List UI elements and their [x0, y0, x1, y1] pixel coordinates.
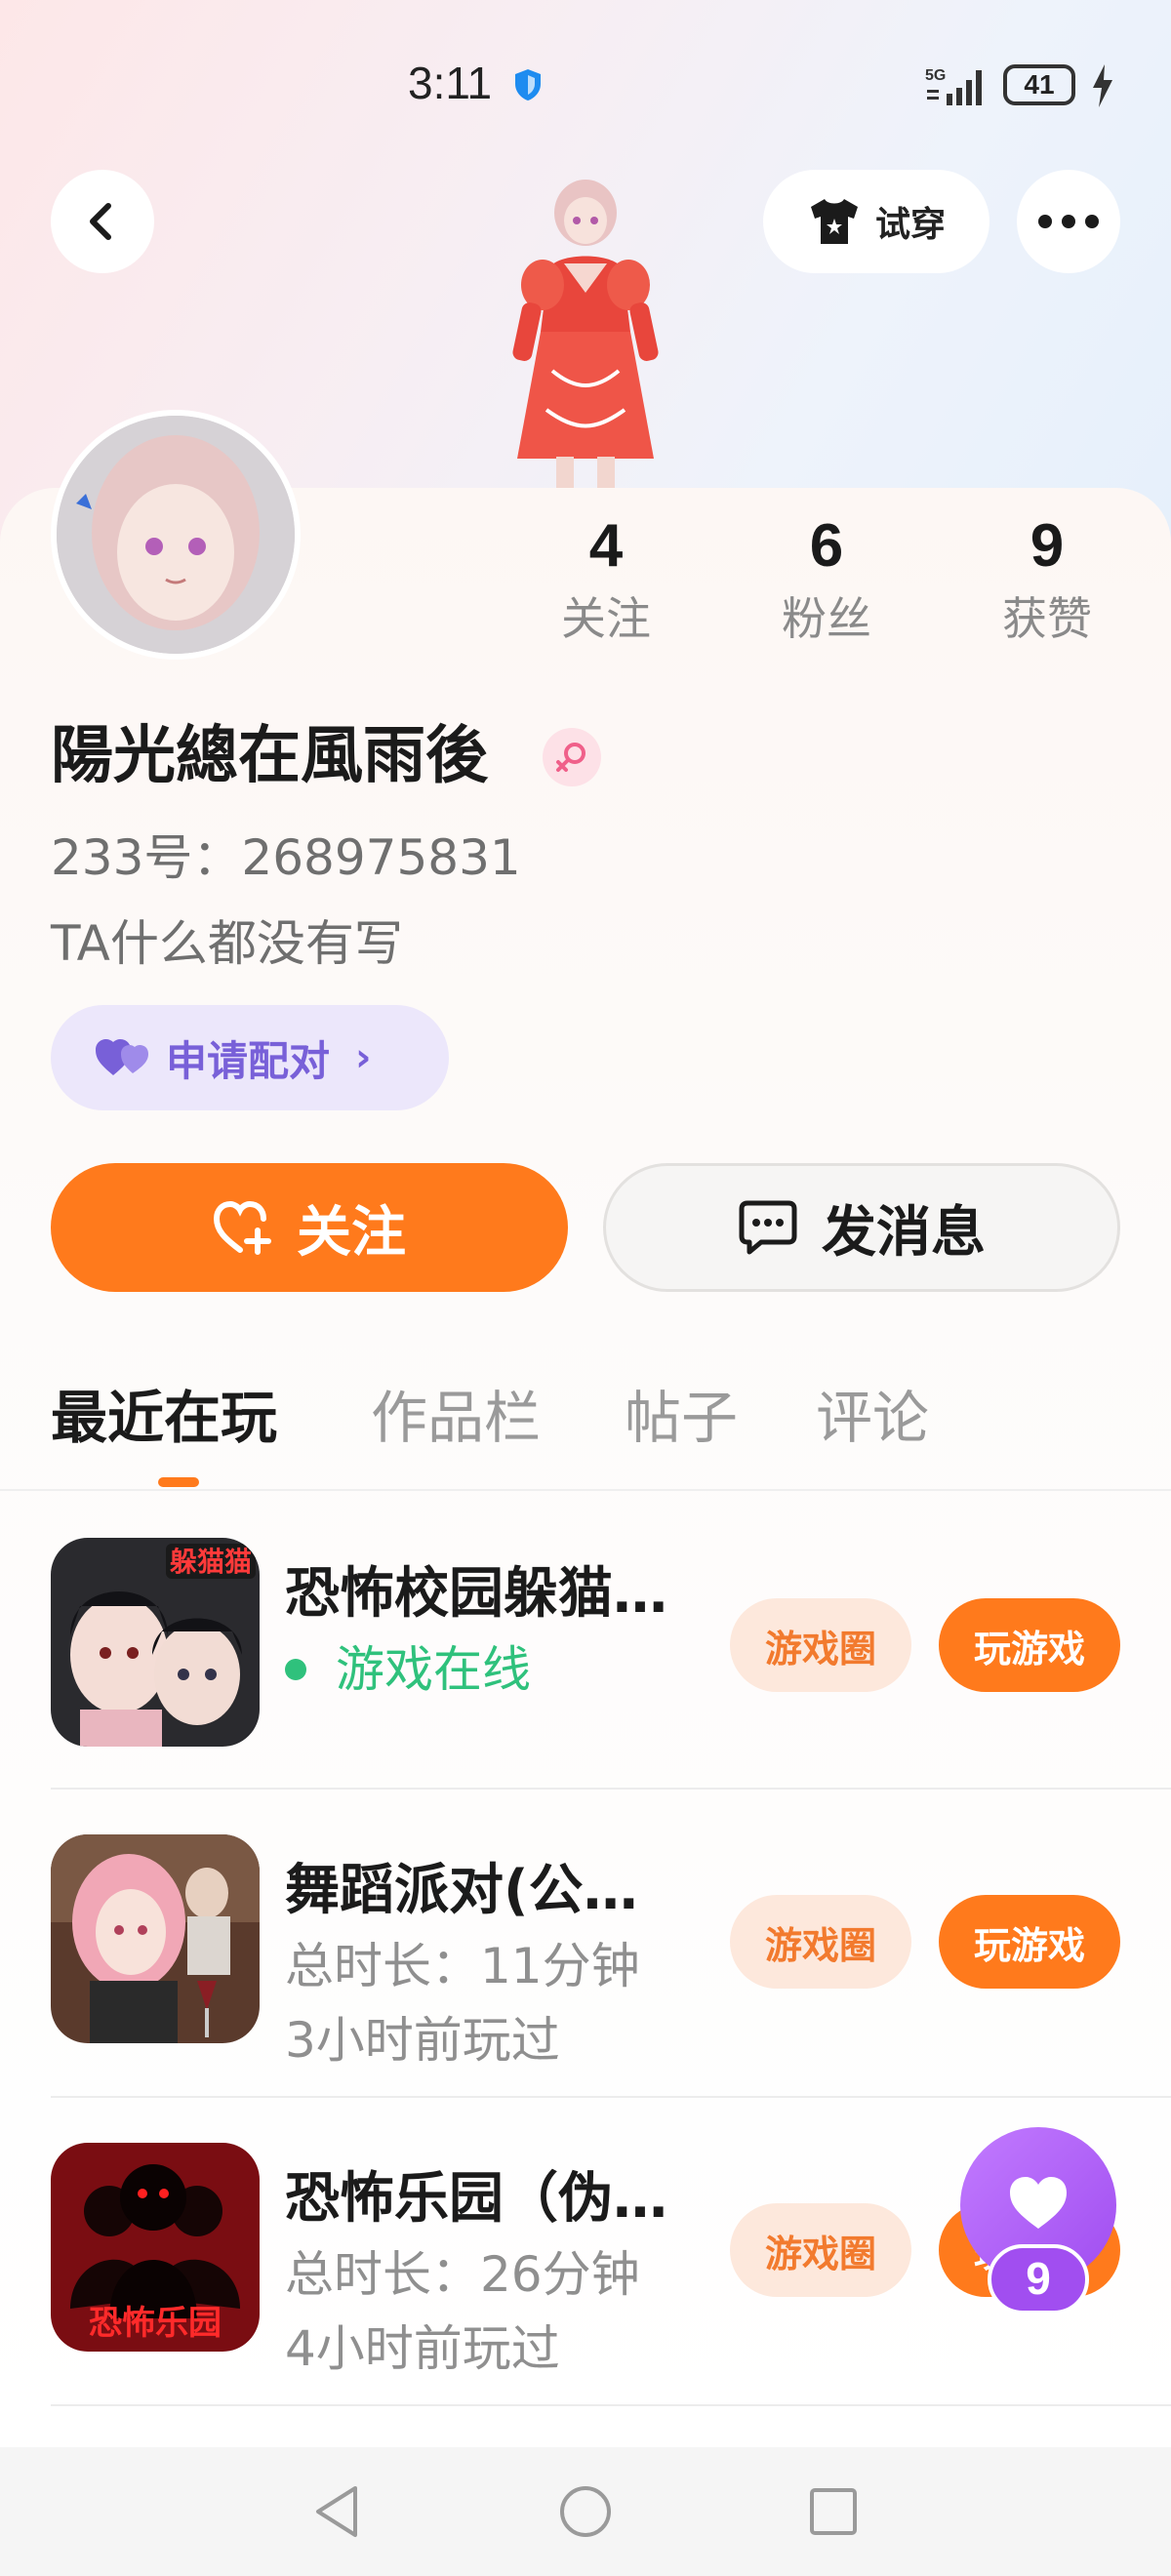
charging-icon [1093, 64, 1112, 107]
chevron-right-icon: › [355, 1035, 372, 1080]
avatar-character-figure [512, 180, 659, 498]
tab-posts[interactable]: 帖子 [625, 1374, 738, 1462]
follow-button[interactable]: 关注 [51, 1163, 568, 1292]
user-id: 233号：268975831 [51, 829, 521, 886]
stat-fans-label: 粉丝 [782, 592, 871, 645]
stat-fans-value: 6 [809, 512, 844, 580]
row-divider [51, 2404, 1171, 2406]
tab-works[interactable]: 作品栏 [371, 1374, 541, 1462]
svg-text:5G: 5G [925, 67, 946, 84]
avatar-image [57, 416, 295, 654]
heart-icon [1010, 2177, 1067, 2229]
chat-bubble-icon [739, 1200, 797, 1255]
request-pair-button[interactable]: 申请配对 › [51, 1005, 449, 1110]
stat-likes-value: 9 [1030, 512, 1065, 580]
game-circle-button[interactable]: 游戏圈 [730, 2203, 911, 2297]
nav-recent-apps-icon[interactable] [802, 2480, 865, 2543]
message-label: 发消息 [822, 1200, 986, 1265]
battery-icon: 41 [1003, 64, 1075, 105]
stat-fans[interactable]: 6 粉丝 [753, 509, 900, 650]
tshirt-icon [810, 199, 858, 244]
request-pair-label: 申请配对 [166, 1036, 331, 1085]
online-dot-icon [285, 1658, 306, 1680]
tab-divider [0, 1489, 1171, 1491]
gender-badge [543, 728, 601, 786]
try-on-button[interactable]: 试穿 [763, 170, 989, 273]
game-title: 恐怖乐园（伪… [285, 2167, 667, 2231]
back-button[interactable] [51, 170, 154, 273]
stat-following[interactable]: 4 关注 [533, 509, 679, 650]
user-bio: TA什么都没有写 [51, 915, 403, 972]
svg-text:躲猫猫: 躲猫猫 [170, 1546, 252, 1578]
play-game-button[interactable]: 玩游戏 [939, 1895, 1120, 1989]
game-online-label: 游戏在线 [336, 1641, 531, 1698]
try-on-label: 试穿 [874, 205, 946, 245]
game-title: 恐怖校园躲猫… [285, 1562, 667, 1626]
game-total-time: 总时长：26分钟 [285, 2246, 640, 2303]
play-game-button[interactable]: 玩游戏 [939, 1598, 1120, 1692]
message-button[interactable]: 发消息 [603, 1163, 1120, 1292]
shield-icon [515, 69, 541, 101]
svg-text:恐怖乐园: 恐怖乐园 [89, 2304, 222, 2343]
female-icon [556, 743, 586, 772]
follow-label: 关注 [297, 1200, 406, 1265]
tab-comments[interactable]: 评论 [816, 1374, 929, 1462]
avatar[interactable] [51, 410, 301, 660]
status-time: 3:11 [408, 58, 493, 108]
game-online-status: 游戏在线 [285, 1635, 531, 1704]
game-circle-button[interactable]: 游戏圈 [730, 1598, 911, 1692]
game-last-played: 4小时前玩过 [285, 2320, 560, 2377]
game-circle-button[interactable]: 游戏圈 [730, 1895, 911, 1989]
stat-following-label: 关注 [561, 592, 651, 645]
stat-following-value: 4 [588, 512, 624, 580]
heart-plus-icon [213, 1200, 271, 1255]
game-list-item[interactable]: 舞蹈派对(公… 总时长：11分钟 3小时前玩过 游戏圈 玩游戏 [0, 1790, 1171, 2096]
nav-home-icon[interactable] [554, 2480, 617, 2543]
more-dots-icon [1038, 215, 1099, 228]
more-button[interactable] [1017, 170, 1120, 273]
signal-icon: 5G [925, 67, 982, 105]
game-list-item[interactable]: 躲猫猫 恐怖校园躲猫… 游戏在线 游戏圈 玩游戏 [0, 1493, 1171, 1799]
game-title: 舞蹈派对(公… [285, 1859, 638, 1922]
game-total-time: 总时长：11分钟 [285, 1938, 640, 1994]
back-arrow-icon [90, 203, 111, 240]
game-icon: 恐怖乐园 [51, 2143, 260, 2352]
stat-likes[interactable]: 9 获赞 [974, 509, 1120, 650]
like-count-badge: 9 [988, 2244, 1089, 2314]
tab-active-indicator [158, 1477, 199, 1487]
nav-back-icon[interactable] [306, 2480, 369, 2543]
tab-recently-played[interactable]: 最近在玩 [51, 1374, 277, 1462]
system-nav-bar [0, 2447, 1171, 2576]
game-last-played: 3小时前玩过 [285, 2012, 560, 2069]
stat-likes-label: 获赞 [1002, 592, 1092, 645]
game-icon [51, 1834, 260, 2043]
double-heart-icon [96, 1039, 148, 1075]
username: 陽光總在風雨後 [51, 720, 488, 792]
game-icon: 躲猫猫 [51, 1538, 260, 1747]
status-bar: 3:11 5G 41 [0, 0, 1171, 166]
